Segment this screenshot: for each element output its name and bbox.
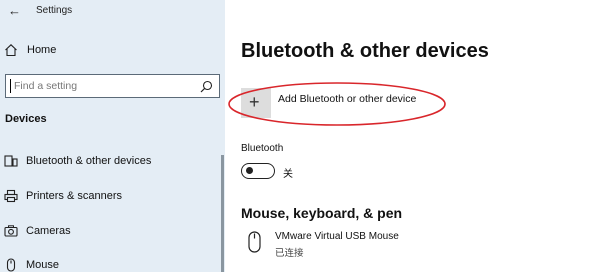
- sidebar-item-label: Mouse: [26, 259, 60, 271]
- text-caret: [10, 79, 11, 93]
- sidebar-item-bluetooth[interactable]: Bluetooth & other devices: [0, 150, 225, 174]
- sidebar-item-mouse[interactable]: Mouse: [0, 254, 225, 272]
- home-icon: [5, 44, 17, 57]
- section-label-devices: Devices: [5, 113, 47, 125]
- search-icon[interactable]: [200, 80, 213, 93]
- sidebar-item-label: Home: [27, 44, 57, 56]
- sidebar-item-label: Bluetooth & other devices: [26, 155, 152, 167]
- back-arrow-icon[interactable]: ←: [8, 4, 22, 18]
- plus-icon: +: [249, 92, 260, 112]
- bluetooth-heading: Bluetooth: [241, 143, 284, 154]
- sidebar-item-label: Cameras: [26, 225, 71, 237]
- mouse-icon: [248, 231, 261, 253]
- device-status: 已连接: [275, 248, 304, 259]
- bluetooth-state-label: 关: [283, 169, 293, 180]
- mouse-icon: [6, 258, 16, 272]
- device-name: VMware Virtual USB Mouse: [275, 231, 399, 242]
- sidebar-item-home[interactable]: Home: [0, 40, 225, 62]
- mouse-keyboard-pen-heading: Mouse, keyboard, & pen: [241, 205, 403, 221]
- bluetooth-devices-icon: [4, 155, 18, 167]
- add-device-button[interactable]: + Add Bluetooth or other device: [241, 88, 461, 120]
- add-device-tile: +: [241, 88, 271, 118]
- sidebar-item-label: Printers & scanners: [26, 190, 122, 202]
- page-title: Bluetooth & other devices: [241, 40, 489, 62]
- camera-icon: [4, 225, 18, 237]
- toggle-knob: [246, 167, 253, 174]
- sidebar-item-cameras[interactable]: Cameras: [0, 220, 225, 244]
- add-device-label: Add Bluetooth or other device: [278, 93, 417, 105]
- printer-icon: [4, 189, 18, 203]
- sidebar: ← Settings Home Devices Bluetooth & othe…: [0, 0, 225, 272]
- search-box[interactable]: [5, 74, 220, 98]
- search-input[interactable]: [14, 77, 194, 95]
- sidebar-item-printers[interactable]: Printers & scanners: [0, 185, 225, 209]
- sidebar-scrollbar[interactable]: [221, 155, 224, 272]
- device-item[interactable]: VMware Virtual USB Mouse 已连接: [241, 228, 481, 262]
- bluetooth-toggle[interactable]: [241, 163, 275, 179]
- window-title: Settings: [36, 5, 73, 16]
